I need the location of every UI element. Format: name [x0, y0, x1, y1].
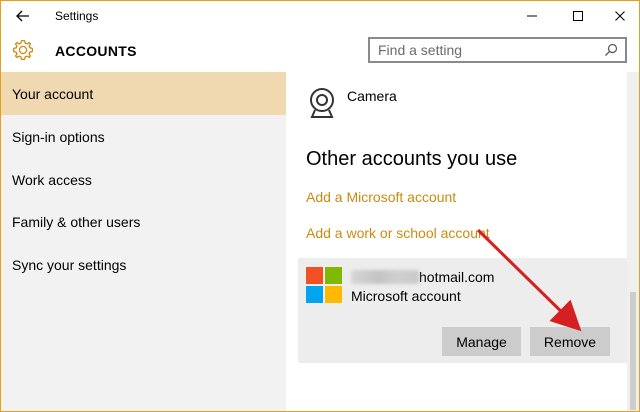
add-microsoft-account-link[interactable]: Add a Microsoft account [306, 189, 456, 205]
maximize-icon [573, 11, 583, 21]
page-title: ACCOUNTS [55, 43, 137, 59]
redacted-email-prefix [351, 270, 419, 284]
search-input[interactable] [370, 39, 606, 61]
close-icon [615, 11, 625, 21]
manage-button[interactable]: Manage [442, 327, 521, 356]
camera-label: Camera [347, 88, 397, 104]
gear-icon [12, 39, 34, 61]
minimize-button[interactable] [509, 1, 555, 31]
account-email: hotmail.com [351, 269, 494, 285]
maximize-button[interactable] [555, 1, 601, 31]
sidebar-item-sign-in-options[interactable]: Sign-in options [1, 115, 286, 158]
sidebar: Your account Sign-in options Work access… [1, 72, 286, 411]
content-pane: Camera Other accounts you use Add a Micr… [286, 72, 627, 411]
sidebar-item-work-access[interactable]: Work access [1, 158, 286, 201]
search-icon[interactable] [603, 42, 619, 58]
sidebar-item-sync-settings[interactable]: Sync your settings [1, 243, 286, 286]
title-bar: Settings [1, 1, 639, 31]
page-header: ACCOUNTS [1, 31, 639, 71]
sidebar-item-family-other-users[interactable]: Family & other users [1, 200, 286, 243]
sidebar-item-your-account[interactable]: Your account [1, 72, 286, 115]
add-work-school-account-link[interactable]: Add a work or school account [306, 225, 490, 241]
window-title: Settings [55, 9, 99, 23]
minimize-icon [527, 15, 537, 17]
settings-window: Settings ACCOUNTS Your account S [0, 0, 640, 412]
microsoft-logo-icon [306, 267, 342, 303]
scrollbar[interactable] [627, 72, 639, 411]
section-title: Other accounts you use [306, 148, 518, 170]
back-button[interactable] [7, 4, 39, 28]
search-box[interactable] [368, 37, 627, 63]
camera-icon [310, 88, 334, 118]
account-email-domain: hotmail.com [419, 269, 495, 285]
back-arrow-icon [16, 10, 29, 22]
account-type: Microsoft account [351, 288, 461, 304]
remove-button[interactable]: Remove [530, 327, 610, 356]
close-button[interactable] [601, 1, 639, 31]
scrollbar-thumb[interactable] [630, 292, 636, 410]
